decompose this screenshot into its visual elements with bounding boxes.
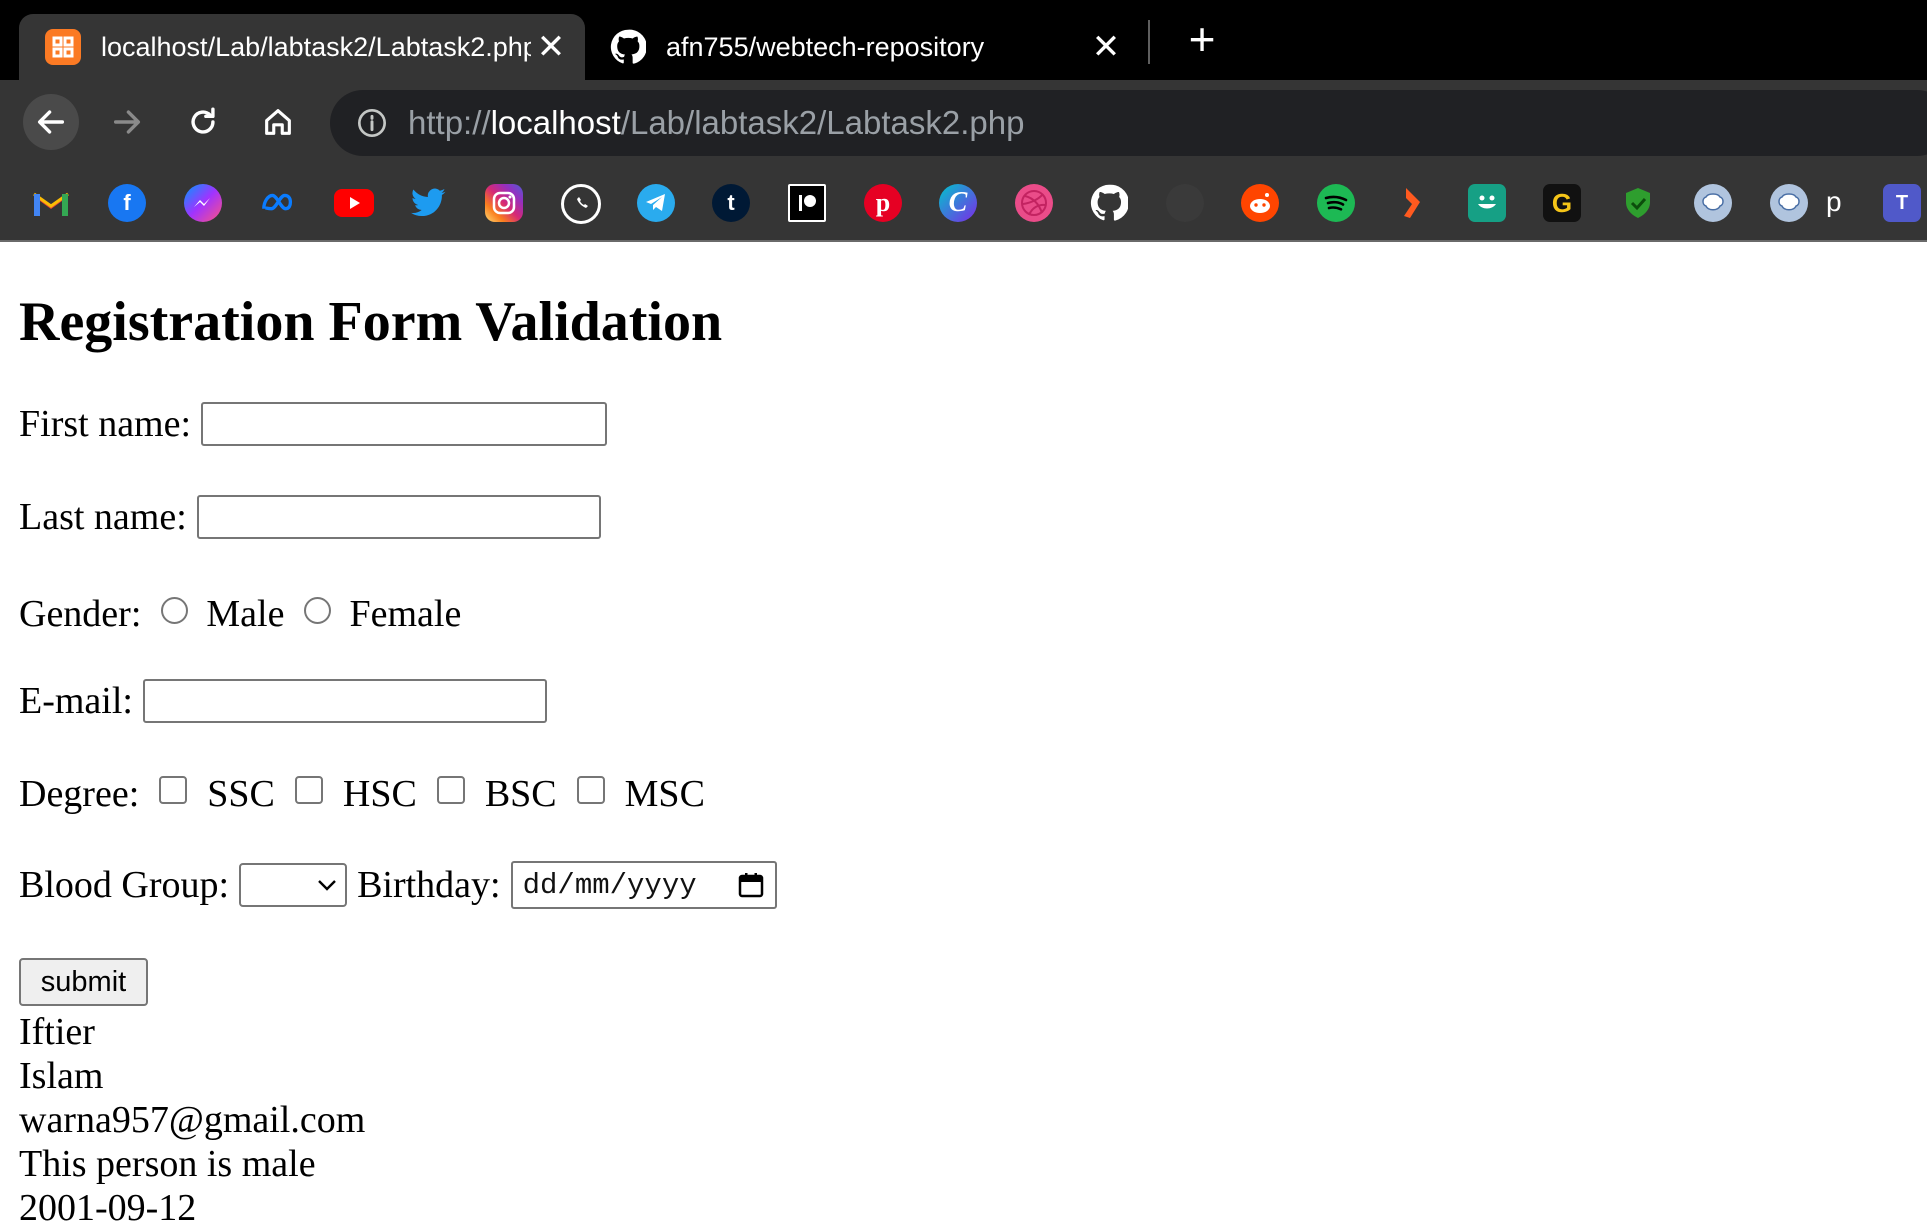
degree-hsc-checkbox[interactable] xyxy=(294,776,323,804)
spotify-icon[interactable] xyxy=(1317,184,1355,222)
url-path: /Lab/labtask2/Labtask2.php xyxy=(620,104,1025,141)
meta-icon[interactable] xyxy=(260,184,298,222)
bookmarks-bar: f t p C G p T xyxy=(0,166,1927,242)
brain-icon[interactable] xyxy=(1694,184,1732,222)
bookmark-label[interactable]: p xyxy=(1826,186,1842,218)
reload-button[interactable] xyxy=(175,94,231,150)
reload-icon xyxy=(191,107,215,134)
telegram-icon[interactable] xyxy=(637,184,675,222)
output-last-name: Islam xyxy=(19,1055,104,1097)
gender-male-radio[interactable] xyxy=(161,596,189,624)
last-name-input[interactable] xyxy=(196,495,601,539)
tab-separator xyxy=(1148,20,1150,64)
gender-female-radio[interactable] xyxy=(304,596,332,624)
close-tab-icon[interactable]: ✕ xyxy=(1086,27,1126,67)
gender-male-label[interactable]: Male xyxy=(206,592,284,636)
degree-row: Degree: SSC HSC BSC MSC xyxy=(19,772,705,816)
g-app-icon[interactable]: G xyxy=(1543,184,1581,222)
output-first-name: Iftier xyxy=(19,1011,95,1053)
orange-app-icon[interactable] xyxy=(1393,184,1431,222)
canva-icon[interactable]: C xyxy=(939,184,977,222)
output-gender: This person is male xyxy=(19,1143,316,1185)
tab-title: afn755/webtech-repository xyxy=(666,31,985,62)
submit-button[interactable]: submit xyxy=(19,958,148,1006)
patreon-icon[interactable] xyxy=(788,184,826,222)
tab-localhost[interactable]: localhost/Lab/labtask2/Labtask2.php ✕ xyxy=(19,14,585,80)
degree-hsc-label[interactable]: HSC xyxy=(343,772,417,816)
xampp-icon xyxy=(45,29,81,65)
arrow-left-icon xyxy=(37,110,65,134)
brain-icon-2[interactable] xyxy=(1770,184,1808,222)
new-tab-button[interactable]: + xyxy=(1182,14,1222,64)
email-row: E-mail: xyxy=(19,679,547,723)
url-text: http://localhost/Lab/labtask2/Labtask2.p… xyxy=(408,104,1024,142)
twitter-icon[interactable] xyxy=(410,184,448,222)
shield-icon[interactable] xyxy=(1619,184,1657,222)
url-scheme: http:// xyxy=(408,104,491,141)
close-tab-icon[interactable]: ✕ xyxy=(531,27,571,67)
arrow-right-icon xyxy=(113,110,141,134)
pinterest-icon[interactable]: p xyxy=(864,184,902,222)
home-icon xyxy=(265,109,291,135)
first-name-input[interactable] xyxy=(201,402,608,446)
email-label: E-mail: xyxy=(19,680,133,722)
output-block: Iftier Islam warna957@gmail.com This per… xyxy=(19,1010,365,1230)
home-button[interactable] xyxy=(250,94,306,150)
last-name-label: Last name: xyxy=(19,496,187,538)
gmail-icon[interactable] xyxy=(32,184,70,222)
github-icon xyxy=(610,29,646,65)
teams-icon[interactable]: T xyxy=(1883,184,1921,222)
output-email: warna957@gmail.com xyxy=(19,1099,366,1141)
tab-github[interactable]: afn755/webtech-repository ✕ xyxy=(590,14,1140,80)
first-name-row: First name: xyxy=(19,402,608,446)
tab-title: localhost/Lab/labtask2/Labtask2.php xyxy=(101,31,531,62)
url-host: localhost xyxy=(490,104,621,141)
degree-msc-label[interactable]: MSC xyxy=(625,772,705,816)
tab-strip: localhost/Lab/labtask2/Labtask2.php ✕ af… xyxy=(0,0,1927,80)
degree-msc-checkbox[interactable] xyxy=(576,776,605,804)
blank-bookmark-icon[interactable] xyxy=(1166,184,1204,222)
blood-group-label: Blood Group: xyxy=(19,864,230,906)
degree-ssc-label[interactable]: SSC xyxy=(207,772,275,816)
address-bar[interactable]: http://localhost/Lab/labtask2/Labtask2.p… xyxy=(330,90,1927,156)
github-icon[interactable] xyxy=(1090,184,1128,222)
first-name-label: First name: xyxy=(19,403,192,445)
dribbble-icon[interactable] xyxy=(1015,184,1053,222)
facebook-icon[interactable]: f xyxy=(108,184,146,222)
chevron-down-icon xyxy=(318,880,336,891)
browser-toolbar: http://localhost/Lab/labtask2/Labtask2.p… xyxy=(0,80,1927,166)
back-button[interactable] xyxy=(23,94,79,150)
blood-group-select[interactable] xyxy=(239,863,348,907)
tumblr-icon[interactable]: t xyxy=(712,184,750,222)
gender-row: Gender: Male Female xyxy=(19,592,461,636)
calendar-icon xyxy=(738,873,763,898)
youtube-icon[interactable] xyxy=(334,189,374,217)
page-title: Registration Form Validation xyxy=(19,291,723,353)
email-input[interactable] xyxy=(142,679,547,723)
whatsapp-icon[interactable] xyxy=(561,184,601,224)
degree-bsc-label[interactable]: BSC xyxy=(485,772,557,816)
birthday-label: Birthday: xyxy=(357,864,501,906)
instagram-icon[interactable] xyxy=(485,184,523,222)
gender-female-label[interactable]: Female xyxy=(349,592,461,636)
birthday-placeholder: dd/mm/yyyy xyxy=(522,868,697,902)
smiley-app-icon[interactable] xyxy=(1468,184,1506,222)
degree-bsc-checkbox[interactable] xyxy=(436,776,465,804)
messenger-icon[interactable] xyxy=(184,184,222,222)
info-icon[interactable] xyxy=(354,105,390,141)
gender-label: Gender: xyxy=(19,593,142,635)
blood-birthday-row: Blood Group: Birthday: dd/mm/yyyy xyxy=(19,861,777,909)
last-name-row: Last name: xyxy=(19,495,601,539)
page-content: Registration Form Validation First name:… xyxy=(0,242,1927,1230)
birthday-input[interactable]: dd/mm/yyyy xyxy=(510,861,777,909)
forward-button[interactable] xyxy=(99,94,155,150)
reddit-icon[interactable] xyxy=(1241,184,1279,222)
degree-label: Degree: xyxy=(19,773,140,815)
output-birthday: 2001-09-12 xyxy=(19,1187,197,1229)
degree-ssc-checkbox[interactable] xyxy=(159,776,188,804)
